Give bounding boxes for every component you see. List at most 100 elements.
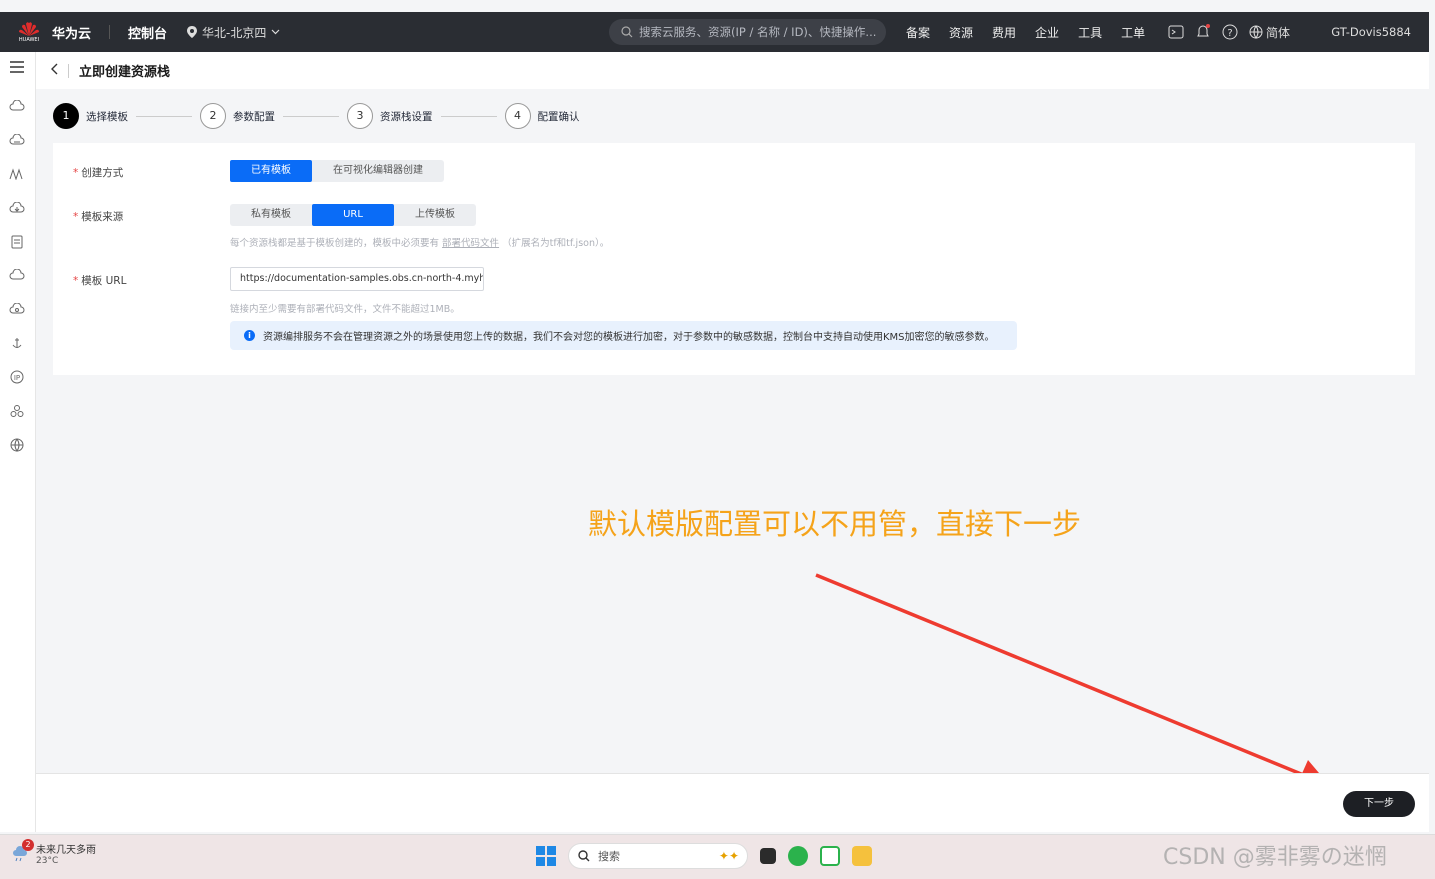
step-number: 3 bbox=[347, 103, 373, 129]
info-alert: i 资源编排服务不会在管理资源之外的场景使用您上传的数据，我们不会对您的模板进行… bbox=[230, 321, 1017, 350]
step-label: 配置确认 bbox=[537, 110, 580, 123]
annotation-text: 默认模版配置可以不用管，直接下一步 bbox=[588, 507, 1082, 541]
service-sidebar: IP bbox=[0, 52, 36, 832]
location-pin-icon bbox=[187, 26, 198, 38]
nav-item-resources[interactable]: 资源 bbox=[949, 24, 973, 41]
back-button[interactable] bbox=[50, 63, 58, 79]
windows-start-icon[interactable] bbox=[536, 846, 556, 866]
weather-widget[interactable]: 2 未来几天多雨 23°C bbox=[12, 839, 96, 866]
help-icon[interactable]: ? bbox=[1222, 24, 1238, 40]
cloud-storage-icon[interactable] bbox=[8, 302, 26, 321]
search-placeholder: 搜索云服务、资源(IP / 名称 / ID)、快捷操作... bbox=[639, 25, 877, 39]
taskbar-search-label: 搜索 bbox=[598, 850, 620, 863]
option-private-template[interactable]: 私有模板 bbox=[230, 204, 312, 226]
top-nav-menu: 备案 资源 费用 企业 工具 工单 bbox=[906, 12, 1164, 52]
step-select-template: 1 选择模板 bbox=[53, 103, 128, 129]
step-connector bbox=[440, 115, 497, 117]
huawei-petal-icon bbox=[19, 22, 39, 36]
bell-icon[interactable] bbox=[1195, 24, 1211, 40]
huawei-logo[interactable]: HUAWEI bbox=[14, 21, 44, 43]
option-existing-template[interactable]: 已有模板 bbox=[230, 160, 312, 182]
logo-text: HUAWEI bbox=[18, 37, 40, 43]
notification-badge: 2 bbox=[22, 839, 34, 851]
menu-icon[interactable] bbox=[8, 60, 26, 78]
console-link[interactable]: 控制台 bbox=[128, 23, 167, 42]
page-title: 立即创建资源栈 bbox=[79, 65, 171, 80]
template-source-label: * 模板来源 bbox=[73, 211, 124, 223]
template-source-hint: 每个资源栈都是基于模板创建的，模板中必须要有 部署代码文件 （扩展名为tf和tf… bbox=[230, 238, 610, 249]
step-label: 选择模板 bbox=[86, 110, 128, 123]
required-mark: * bbox=[73, 275, 79, 287]
template-url-hint: 链接内至少需要有部署代码文件，文件不能超过1MB。 bbox=[230, 304, 460, 315]
brand-name[interactable]: 华为云 bbox=[52, 23, 91, 42]
nav-item-tickets[interactable]: 工单 bbox=[1121, 24, 1145, 41]
chevron-left-icon bbox=[51, 63, 58, 74]
info-icon: i bbox=[244, 330, 255, 341]
page-header: 立即创建资源栈 bbox=[36, 52, 1429, 89]
file-explorer-icon[interactable] bbox=[852, 846, 872, 866]
step-connector bbox=[283, 115, 339, 117]
deploy-code-link[interactable]: 部署代码文件 bbox=[442, 238, 499, 249]
csdn-watermark: CSDN @雾非雾の迷惘 bbox=[1163, 845, 1387, 870]
globe-network-icon[interactable] bbox=[8, 438, 26, 456]
wizard-steps: 1 选择模板 2 参数配置 3 资源栈设置 4 配置确认 bbox=[53, 103, 580, 129]
top-icon-group: ? 简体 bbox=[1168, 12, 1290, 52]
option-upload-template[interactable]: 上传模板 bbox=[394, 204, 476, 226]
weather-text: 未来几天多雨 bbox=[36, 845, 96, 856]
svg-text:IP: IP bbox=[14, 374, 20, 382]
template-url-label: * 模板 URL bbox=[73, 275, 127, 287]
language-switch[interactable]: 简体 bbox=[1249, 24, 1290, 41]
info-text: 资源编排服务不会在管理资源之外的场景使用您上传的数据，我们不会对您的模板进行加密… bbox=[263, 332, 995, 343]
divider bbox=[109, 25, 111, 39]
cloud-outline-icon[interactable] bbox=[8, 268, 26, 287]
step-number: 2 bbox=[200, 103, 226, 129]
cloud-shell-icon[interactable] bbox=[1168, 25, 1184, 39]
cloud-download-icon[interactable] bbox=[8, 201, 26, 220]
cluster-icon[interactable] bbox=[8, 404, 26, 422]
option-url[interactable]: URL bbox=[312, 204, 394, 226]
option-visual-editor[interactable]: 在可视化编辑器创建 bbox=[312, 160, 444, 182]
step-parameters: 2 参数配置 bbox=[200, 103, 275, 129]
taskbar-search[interactable]: 搜索 ✦✦ bbox=[568, 843, 748, 869]
search-icon bbox=[578, 850, 590, 862]
user-account-menu[interactable]: GT-Dovis5884 bbox=[1331, 12, 1411, 52]
create-method-label: * 创建方式 bbox=[73, 167, 124, 179]
annotation-arrow bbox=[815, 573, 1330, 787]
ip-icon[interactable]: IP bbox=[8, 370, 26, 388]
nav-item-tools[interactable]: 工具 bbox=[1078, 24, 1102, 41]
cloud-service-icon[interactable] bbox=[8, 99, 26, 118]
template-url-input[interactable]: https://documentation-samples.obs.cn-nor… bbox=[230, 267, 484, 291]
required-mark: * bbox=[73, 167, 79, 179]
search-icon bbox=[621, 26, 633, 38]
wechat-app-icon[interactable] bbox=[788, 846, 808, 866]
anchor-icon[interactable] bbox=[8, 336, 26, 354]
monitor-icon[interactable] bbox=[8, 168, 26, 186]
create-method-toggle: 已有模板 在可视化编辑器创建 bbox=[230, 160, 444, 182]
step-number: 4 bbox=[504, 103, 531, 129]
step-label: 参数配置 bbox=[233, 110, 275, 123]
required-mark: * bbox=[73, 211, 79, 223]
copilot-sparkle-icon: ✦✦ bbox=[718, 849, 739, 863]
terminal-app-icon[interactable] bbox=[760, 848, 776, 864]
nav-item-beian[interactable]: 备案 bbox=[906, 24, 930, 41]
template-form-card: * 创建方式 已有模板 在可视化编辑器创建 * 模板来源 私有模板 URL 上传模板… bbox=[53, 143, 1415, 375]
next-step-button[interactable]: 下一步 bbox=[1343, 791, 1415, 817]
region-label: 华北-北京四 bbox=[202, 25, 267, 40]
step-number: 1 bbox=[53, 103, 79, 129]
region-selector[interactable]: 华北-北京四 bbox=[187, 24, 280, 41]
nav-item-billing[interactable]: 费用 bbox=[992, 24, 1016, 41]
document-icon[interactable] bbox=[8, 235, 26, 253]
global-search-input[interactable]: 搜索云服务、资源(IP / 名称 / ID)、快捷操作... bbox=[609, 19, 886, 45]
step-connector bbox=[136, 115, 192, 117]
weather-temp: 23°C bbox=[36, 856, 59, 866]
taskbar-apps: 搜索 ✦✦ bbox=[536, 843, 872, 869]
chevron-down-icon bbox=[271, 29, 280, 35]
divider bbox=[68, 63, 69, 78]
remote-desktop-app-icon[interactable] bbox=[820, 846, 840, 866]
svg-text:?: ? bbox=[1227, 28, 1232, 39]
step-stack-settings: 3 资源栈设置 bbox=[347, 103, 433, 129]
nav-item-enterprise[interactable]: 企业 bbox=[1035, 24, 1059, 41]
language-label: 简体 bbox=[1266, 25, 1291, 40]
cloud-host-icon[interactable] bbox=[8, 133, 26, 152]
template-source-toggle: 私有模板 URL 上传模板 bbox=[230, 204, 476, 226]
